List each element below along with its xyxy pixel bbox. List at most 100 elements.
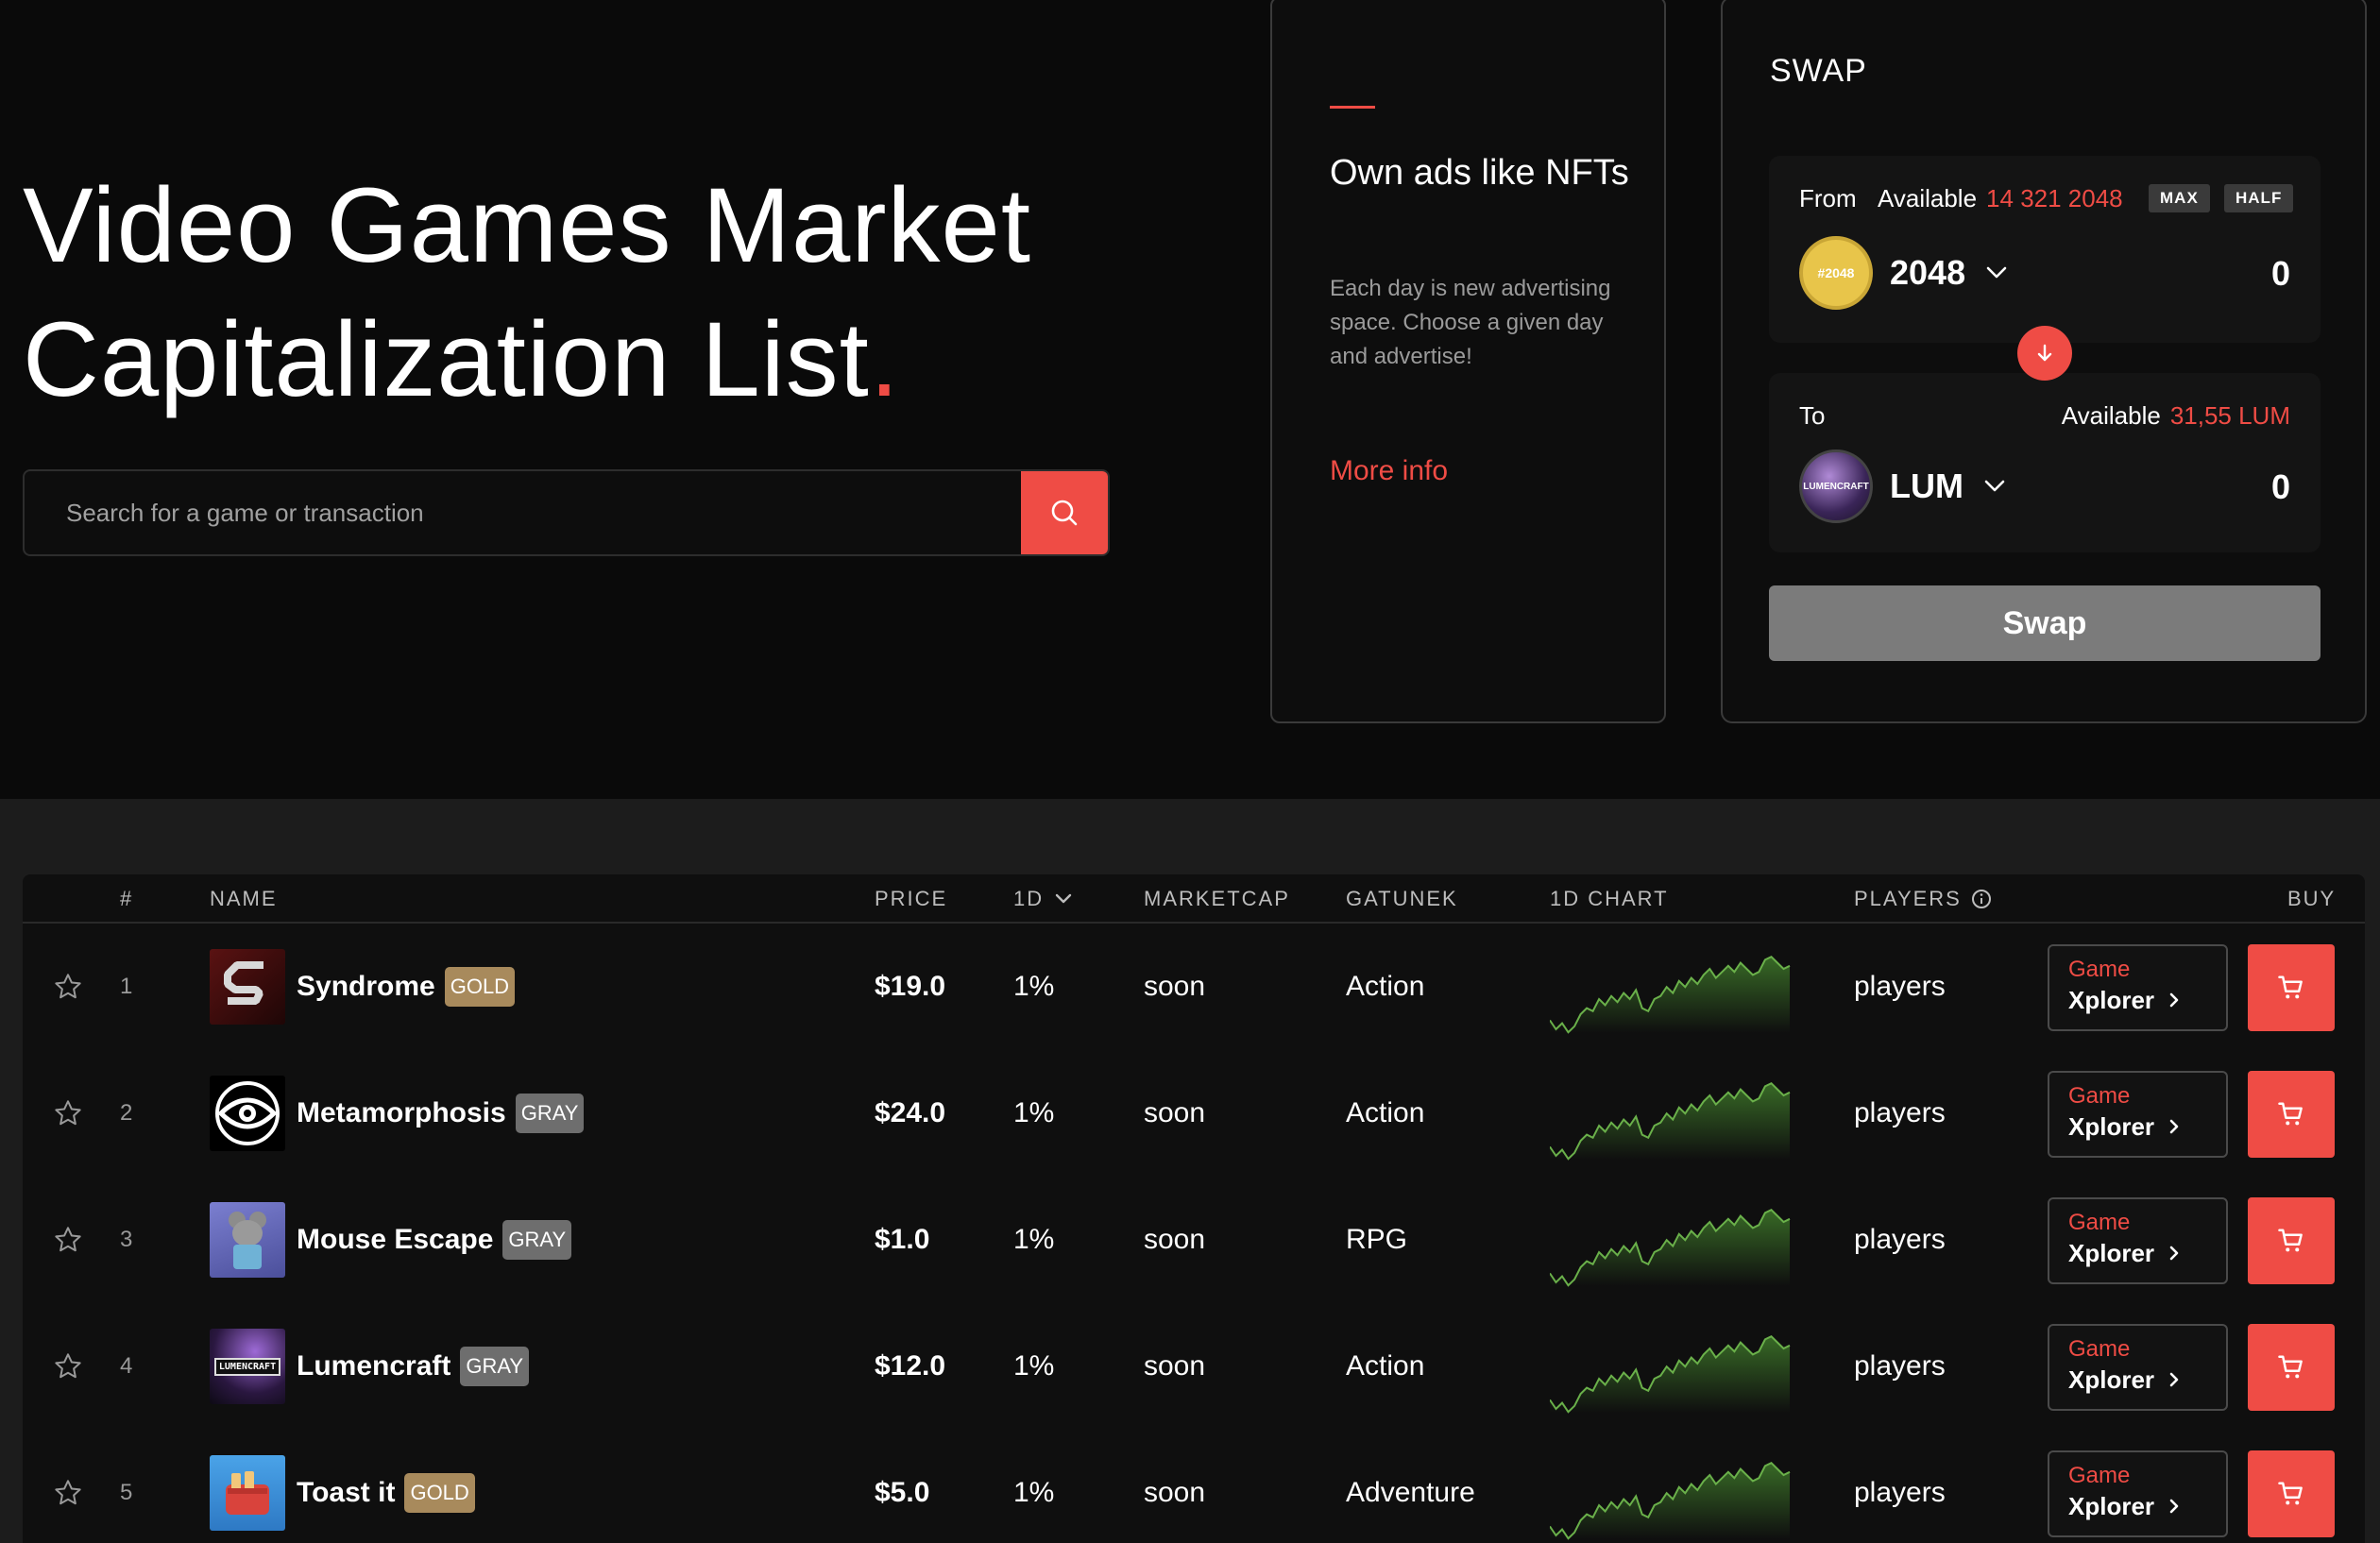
star-icon xyxy=(55,1353,81,1379)
arrow-down-icon xyxy=(2037,344,2052,362)
xplorer-label-1: Game xyxy=(2068,957,2131,982)
swap-title: SWAP xyxy=(1770,53,1867,89)
buy-cart-button[interactable] xyxy=(2248,1450,2335,1537)
sparkline-chart xyxy=(1550,1081,1791,1161)
game-xplorer-button[interactable]: Game Xplorer xyxy=(2048,944,2228,1031)
cart-icon xyxy=(2278,975,2303,999)
game-thumbnail[interactable] xyxy=(210,1076,285,1151)
to-token-select[interactable]: LUMENCRAFT LUM xyxy=(1799,449,2005,523)
swap-direction-button[interactable] xyxy=(2017,326,2072,381)
row-players: players xyxy=(1854,1477,1946,1508)
star-icon xyxy=(55,974,81,999)
more-info-link[interactable]: More info xyxy=(1330,455,1448,487)
cart-icon xyxy=(2278,1102,2303,1126)
half-button[interactable]: HALF xyxy=(2224,184,2294,212)
table-header: # NAME PRICE 1D MARKETCAP GATUNEK 1D CHA… xyxy=(23,874,2365,924)
favorite-button[interactable] xyxy=(53,1303,83,1430)
search-input[interactable] xyxy=(25,471,1021,554)
game-name[interactable]: Lumencraft xyxy=(297,1350,450,1382)
table-row[interactable]: 2 Metamorphosis GRAY $24.0 1% soon Actio… xyxy=(23,1050,2365,1177)
from-token-select[interactable]: #2048 2048 xyxy=(1799,236,2007,310)
buy-cart-button[interactable] xyxy=(2248,1324,2335,1411)
game-thumbnail[interactable] xyxy=(210,1202,285,1278)
star-icon xyxy=(55,1480,81,1505)
row-rank: 1 xyxy=(120,974,133,999)
xplorer-label-2: Xplorer xyxy=(2068,1239,2155,1267)
sparkline-area xyxy=(1550,1083,1790,1160)
game-name-cell[interactable]: Metamorphosis GRAY xyxy=(210,1050,585,1177)
game-thumbnail[interactable]: LUMENCRAFT xyxy=(210,1329,285,1404)
game-name-cell[interactable]: Toast it GOLD xyxy=(210,1430,475,1543)
game-xplorer-button[interactable]: Game Xplorer xyxy=(2048,1450,2228,1537)
page-title-line2: Capitalization List xyxy=(23,300,870,418)
game-xplorer-button[interactable]: Game Xplorer xyxy=(2048,1324,2228,1411)
to-amount[interactable]: 0 xyxy=(2271,467,2290,507)
row-rank: 3 xyxy=(120,1227,133,1252)
header-price[interactable]: PRICE xyxy=(875,874,947,924)
table-row[interactable]: 4 LUMENCRAFT Lumencraft GRAY $12.0 1% so… xyxy=(23,1303,2365,1430)
chevron-right-icon xyxy=(2169,992,2179,1008)
header-chart: 1D CHART xyxy=(1550,887,1669,910)
game-xplorer-button[interactable]: Game Xplorer xyxy=(2048,1071,2228,1158)
xplorer-label-1: Game xyxy=(2068,1083,2131,1109)
game-thumbnail[interactable] xyxy=(210,1455,285,1531)
table-row[interactable]: 1 Syndrome GOLD $19.0 1% soon Action pla… xyxy=(23,924,2365,1050)
from-token-name: 2048 xyxy=(1890,253,1966,292)
header-name[interactable]: NAME xyxy=(210,874,278,924)
game-name-cell[interactable]: Mouse Escape GRAY xyxy=(210,1177,572,1303)
table-row[interactable]: 5 Toast it GOLD $5.0 1% soon Adventure p… xyxy=(23,1430,2365,1543)
row-genre: Action xyxy=(1346,1350,1425,1382)
game-thumbnail[interactable] xyxy=(210,949,285,1025)
game-name[interactable]: Mouse Escape xyxy=(297,1224,493,1256)
header-1d[interactable]: 1D xyxy=(1013,874,1072,924)
row-change: 1% xyxy=(1013,1097,1055,1128)
game-name[interactable]: Syndrome xyxy=(297,971,435,1003)
to-available: Available 31,55 LUM xyxy=(2062,401,2290,431)
xplorer-label-2-wrap: Xplorer xyxy=(2068,1490,2226,1522)
buy-cart-button[interactable] xyxy=(2248,1071,2335,1158)
swap-button[interactable]: Swap xyxy=(1769,585,2320,661)
search-button[interactable] xyxy=(1021,471,1108,554)
favorite-button[interactable] xyxy=(53,1430,83,1543)
cart-icon xyxy=(2278,1482,2303,1505)
game-name-cell[interactable]: LUMENCRAFT Lumencraft GRAY xyxy=(210,1303,530,1430)
max-button[interactable]: MAX xyxy=(2149,184,2210,212)
star-icon xyxy=(55,1227,81,1252)
chevron-right-icon xyxy=(2169,1119,2179,1134)
game-name[interactable]: Metamorphosis xyxy=(297,1097,506,1129)
swap-card: SWAP From Available 14 321 2048 MAX HALF … xyxy=(1721,0,2367,723)
row-price: $24.0 xyxy=(875,1097,946,1128)
from-label: From xyxy=(1799,184,1857,212)
table-row[interactable]: 3 Mouse Escape GRAY $1.0 1% soon RPG pla… xyxy=(23,1177,2365,1303)
game-xplorer-button[interactable]: Game Xplorer xyxy=(2048,1197,2228,1284)
market-table-section: # NAME PRICE 1D MARKETCAP GATUNEK 1D CHA… xyxy=(0,799,2380,1543)
sparkline-area xyxy=(1550,1463,1790,1539)
buy-cart-button[interactable] xyxy=(2248,944,2335,1031)
header-marketcap[interactable]: MARKETCAP xyxy=(1144,874,1290,924)
xplorer-label-2: Xplorer xyxy=(2068,1492,2155,1520)
row-change: 1% xyxy=(1013,1477,1055,1508)
game-name[interactable]: Toast it xyxy=(297,1477,395,1509)
favorite-button[interactable] xyxy=(53,924,83,1050)
chevron-down-icon xyxy=(1984,480,2005,492)
header-genre[interactable]: GATUNEK xyxy=(1346,874,1458,924)
favorite-button[interactable] xyxy=(53,1050,83,1177)
to-available-label: Available xyxy=(2061,401,2161,430)
chevron-down-icon xyxy=(1986,266,2007,279)
sparkline-area xyxy=(1550,1210,1790,1286)
row-change: 1% xyxy=(1013,1224,1055,1255)
buy-cart-button[interactable] xyxy=(2248,1197,2335,1284)
tier-badge: GRAY xyxy=(460,1347,530,1386)
page-title-line1: Video Games Market xyxy=(23,166,1031,284)
xplorer-label-1: Game xyxy=(2068,1463,2131,1488)
market-table: # NAME PRICE 1D MARKETCAP GATUNEK 1D CHA… xyxy=(23,874,2365,1543)
game-name-cell[interactable]: Syndrome GOLD xyxy=(210,924,516,1050)
info-icon[interactable] xyxy=(1971,889,1992,909)
from-available: Available 14 321 2048 xyxy=(1878,184,2123,213)
from-amount[interactable]: 0 xyxy=(2271,254,2290,294)
tier-badge: GRAY xyxy=(502,1220,572,1260)
row-marketcap: soon xyxy=(1144,1097,1206,1128)
favorite-button[interactable] xyxy=(53,1177,83,1303)
row-marketcap: soon xyxy=(1144,971,1206,1002)
star-icon xyxy=(55,1100,81,1126)
